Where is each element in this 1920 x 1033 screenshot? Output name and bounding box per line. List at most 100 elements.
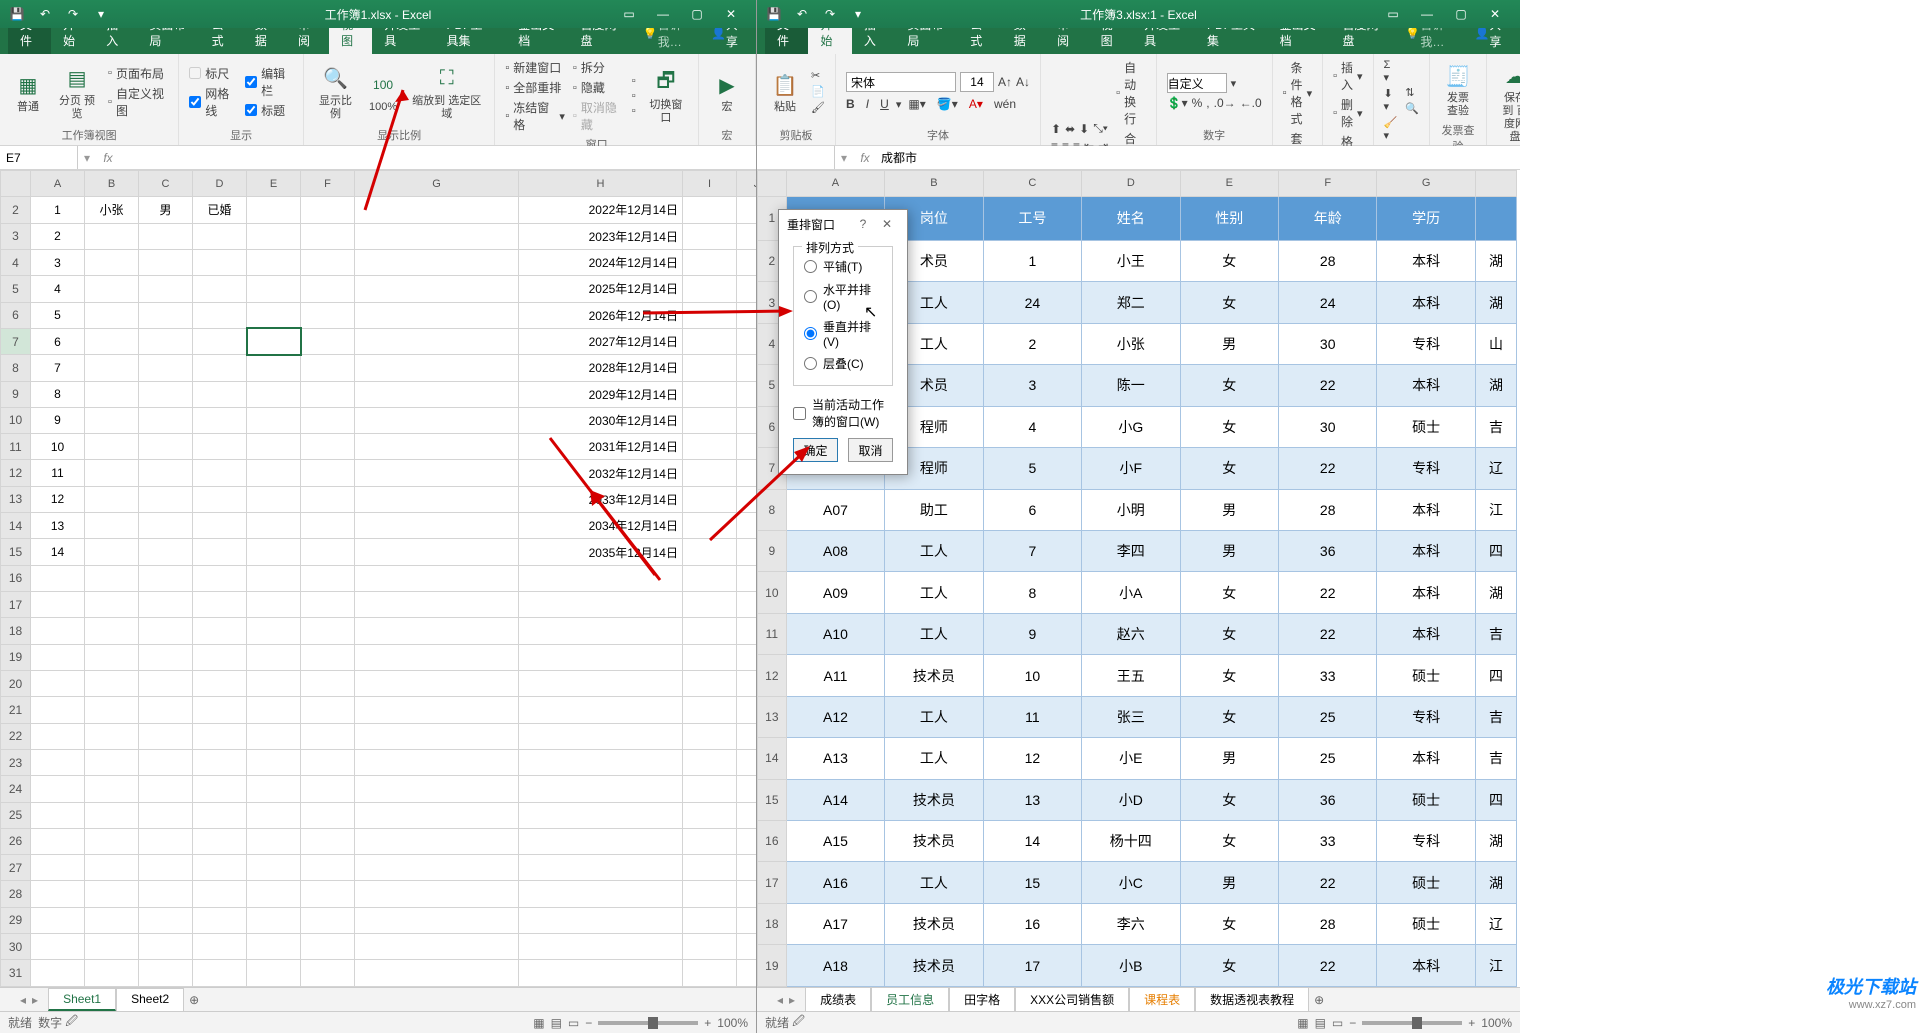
row-header[interactable]: 13 <box>758 696 787 737</box>
cell[interactable] <box>301 881 355 907</box>
custom-view-button[interactable]: ▫ 自定义视图 <box>106 84 170 120</box>
cell[interactable] <box>31 618 85 644</box>
zoom-button[interactable]: 🔍显示比例 <box>312 61 359 123</box>
cell[interactable] <box>193 723 247 749</box>
cell[interactable] <box>193 223 247 249</box>
cell[interactable]: 李四 <box>1082 530 1180 571</box>
cell[interactable] <box>193 960 247 987</box>
cell[interactable]: A15 <box>786 821 884 862</box>
cell[interactable] <box>683 960 737 987</box>
cell[interactable] <box>301 539 355 565</box>
cell[interactable] <box>737 460 757 486</box>
row-header[interactable]: 23 <box>1 749 31 775</box>
row-header[interactable]: 27 <box>1 855 31 881</box>
qat-more-icon[interactable]: ▾ <box>92 5 110 23</box>
dialog-ok-button[interactable]: 确定 <box>793 438 838 462</box>
cell[interactable]: 12 <box>983 738 1081 779</box>
cell[interactable] <box>355 776 519 802</box>
cell[interactable]: 9 <box>31 407 85 433</box>
cell[interactable] <box>247 407 301 433</box>
cell[interactable] <box>193 881 247 907</box>
row-header[interactable]: 17 <box>1 592 31 618</box>
cell[interactable]: 2031年12月14日 <box>519 434 683 460</box>
row-header[interactable]: 20 <box>1 670 31 696</box>
cell[interactable]: 张三 <box>1082 696 1180 737</box>
cell[interactable] <box>301 486 355 512</box>
cell[interactable] <box>355 802 519 828</box>
cell[interactable] <box>301 460 355 486</box>
cell[interactable] <box>139 249 193 275</box>
arrange-all-button[interactable]: ▫ 全部重排 <box>503 78 567 97</box>
col-header[interactable]: E <box>247 171 301 197</box>
cell[interactable]: 2035年12月14日 <box>519 539 683 565</box>
cell[interactable]: 女 <box>1180 821 1278 862</box>
col-header[interactable]: B <box>885 171 983 197</box>
cell[interactable] <box>85 513 139 539</box>
cell[interactable]: 硕士 <box>1377 903 1475 944</box>
cell[interactable]: 6 <box>983 489 1081 530</box>
cell[interactable] <box>247 618 301 644</box>
align-mid-icon[interactable]: ⬌ <box>1065 122 1075 136</box>
cell[interactable]: 女 <box>1180 779 1278 820</box>
align-top-icon[interactable]: ⬆ <box>1051 122 1061 136</box>
zoom-in-icon[interactable]: + <box>1468 1016 1475 1030</box>
cell[interactable] <box>139 960 193 987</box>
row-header[interactable]: 16 <box>1 565 31 591</box>
cell[interactable] <box>301 828 355 854</box>
headings-checkbox[interactable]: 标题 <box>243 101 295 120</box>
cell[interactable]: 33 <box>1278 655 1376 696</box>
cell[interactable]: 25 <box>1278 738 1376 779</box>
col-header[interactable]: J <box>737 171 757 197</box>
cell[interactable] <box>683 249 737 275</box>
cell[interactable] <box>519 776 683 802</box>
cell[interactable]: 13 <box>31 513 85 539</box>
row-header[interactable]: 31 <box>1 960 31 987</box>
cell[interactable] <box>193 434 247 460</box>
cell[interactable] <box>355 434 519 460</box>
cell[interactable]: 本科 <box>1377 530 1475 571</box>
cell[interactable] <box>139 697 193 723</box>
cell[interactable] <box>683 828 737 854</box>
cell[interactable] <box>85 802 139 828</box>
cell[interactable] <box>737 670 757 696</box>
row-header[interactable]: 9 <box>758 530 787 571</box>
cell[interactable]: 小A <box>1082 572 1180 613</box>
row-header[interactable]: 11 <box>1 434 31 460</box>
cell[interactable] <box>683 697 737 723</box>
formula-input[interactable] <box>120 146 756 169</box>
format-painter-icon[interactable]: 🖌 <box>809 100 827 115</box>
cut-icon[interactable]: ✂ <box>809 68 827 83</box>
cell[interactable]: 7 <box>983 530 1081 571</box>
cell[interactable]: 7 <box>31 355 85 381</box>
cell[interactable] <box>85 276 139 302</box>
inc-dec-icon[interactable]: .0→ <box>1214 96 1236 110</box>
cell[interactable] <box>301 565 355 591</box>
cell[interactable]: 本科 <box>1377 738 1475 779</box>
wrap-text-button[interactable]: ▫ 自动换行 <box>1114 58 1147 128</box>
cell[interactable]: 12 <box>31 486 85 512</box>
cell[interactable] <box>31 670 85 696</box>
cell[interactable]: 杨十四 <box>1082 821 1180 862</box>
cell[interactable]: 女 <box>1180 945 1278 987</box>
cell[interactable] <box>355 407 519 433</box>
cell[interactable] <box>85 907 139 933</box>
cell[interactable]: 22 <box>1278 448 1376 489</box>
pagebreak-button[interactable]: ▤分页 预览 <box>52 61 102 123</box>
cell[interactable]: 女 <box>1180 572 1278 613</box>
cell[interactable] <box>301 670 355 696</box>
cell[interactable] <box>301 907 355 933</box>
cell[interactable] <box>85 486 139 512</box>
col-header[interactable]: F <box>1278 171 1376 197</box>
cell[interactable] <box>193 355 247 381</box>
cell[interactable]: 专科 <box>1377 448 1475 489</box>
close-icon[interactable]: ✕ <box>1478 3 1512 25</box>
dec-dec-icon[interactable]: ←.0 <box>1240 96 1262 110</box>
cell[interactable] <box>247 539 301 565</box>
cell[interactable]: 已婚 <box>193 197 247 223</box>
cell[interactable] <box>193 749 247 775</box>
cell[interactable]: 女 <box>1180 448 1278 489</box>
name-box[interactable] <box>757 146 835 169</box>
font-name-select[interactable] <box>846 72 956 92</box>
cell[interactable] <box>85 855 139 881</box>
cell[interactable]: 辽 <box>1475 903 1516 944</box>
